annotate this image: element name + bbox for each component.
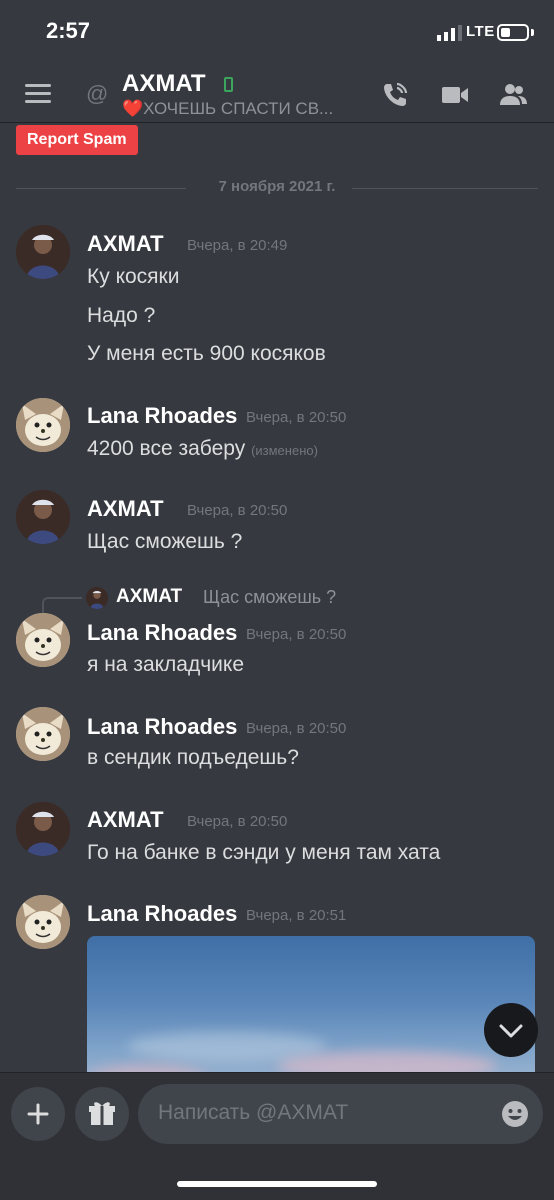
date-divider: 7 ноября 2021 г. <box>16 178 538 198</box>
header-divider <box>0 122 554 123</box>
composer-divider <box>0 1072 554 1073</box>
avatar[interactable] <box>16 398 70 452</box>
reply-connector <box>42 597 82 613</box>
call-icon[interactable] <box>380 80 410 110</box>
gift-icon <box>89 1102 115 1125</box>
chat-header: @ AXMAT ❤️ХОЧЕШЬ СПАСТИ СВ... <box>0 64 554 124</box>
at-icon: @ <box>86 81 109 106</box>
chevron-down-icon <box>499 1024 523 1038</box>
message-timestamp: Вчера, в 20:49 <box>187 237 288 254</box>
avatar[interactable] <box>16 613 70 667</box>
custom-status: ❤️ХОЧЕШЬ СПАСТИ СВ... <box>122 99 333 119</box>
message-text: 4200 все заберу <box>87 437 246 460</box>
message-content: Ку косяки <box>87 265 180 288</box>
edited-label: (изменено) <box>251 443 318 458</box>
message-content: У меня есть 900 косяков <box>87 342 326 365</box>
message-content: в сендик подъедешь? <box>87 746 299 769</box>
signal-icon <box>437 25 462 41</box>
report-spam-button[interactable]: Report Spam <box>16 125 138 155</box>
custom-status-text: ХОЧЕШЬ СПАСТИ СВ... <box>143 99 334 118</box>
avatar[interactable] <box>16 707 70 761</box>
message-author[interactable]: AXMAT <box>87 807 164 833</box>
date-divider-label: 7 ноября 2021 г. <box>218 178 336 195</box>
jump-to-bottom-button[interactable] <box>484 1003 538 1057</box>
avatar[interactable] <box>16 895 70 949</box>
message-content: Надо ? <box>87 304 156 327</box>
heart-emoji: ❤️ <box>122 99 144 118</box>
message-author[interactable]: AXMAT <box>87 496 164 522</box>
add-attachment-button[interactable] <box>11 1087 65 1141</box>
gift-button[interactable] <box>75 1087 129 1141</box>
message-timestamp: Вчера, в 20:50 <box>187 813 288 830</box>
avatar[interactable] <box>16 490 70 544</box>
reply-preview[interactable]: Щас сможешь ? <box>203 587 336 608</box>
message-timestamp: Вчера, в 20:50 <box>246 720 347 737</box>
network-label: LTE <box>466 23 495 40</box>
message-content: 4200 все заберу (изменено) <box>87 437 318 461</box>
message-author[interactable]: Lana Rhoades <box>87 620 237 646</box>
hamburger-icon[interactable] <box>25 84 51 104</box>
message-timestamp: Вчера, в 20:50 <box>246 409 347 426</box>
mobile-icon <box>224 77 233 92</box>
message-timestamp: Вчера, в 20:50 <box>187 502 288 519</box>
plus-icon <box>27 1103 49 1125</box>
avatar[interactable] <box>16 225 70 279</box>
avatar[interactable] <box>16 802 70 856</box>
image-attachment[interactable] <box>87 936 535 1086</box>
message-content: Щас сможешь ? <box>87 530 243 553</box>
emoji-icon[interactable] <box>500 1099 530 1129</box>
message-content: я на закладчике <box>87 653 245 676</box>
message-timestamp: Вчера, в 20:50 <box>246 626 347 643</box>
message-timestamp: Вчера, в 20:51 <box>246 907 347 924</box>
status-bar: 2:57 LTE <box>0 0 554 64</box>
message-author[interactable]: Lana Rhoades <box>87 403 237 429</box>
message-input[interactable]: Написать @AXMAT <box>138 1084 543 1144</box>
video-icon[interactable] <box>440 80 470 110</box>
home-indicator <box>177 1181 377 1187</box>
battery-cap <box>531 29 534 36</box>
message-author[interactable]: AXMAT <box>87 231 164 257</box>
message-author[interactable]: Lana Rhoades <box>87 901 237 927</box>
battery-icon <box>497 24 529 41</box>
message-content: Го на банке в сэнди у меня там хата <box>87 841 441 864</box>
members-icon[interactable] <box>498 80 528 110</box>
status-time: 2:57 <box>46 18 91 43</box>
reply-author[interactable]: AXMAT <box>116 586 182 608</box>
message-author[interactable]: Lana Rhoades <box>87 714 237 740</box>
channel-title[interactable]: AXMAT <box>122 70 206 98</box>
message-input-placeholder: Написать @AXMAT <box>158 1101 349 1124</box>
reply-avatar <box>86 587 108 609</box>
